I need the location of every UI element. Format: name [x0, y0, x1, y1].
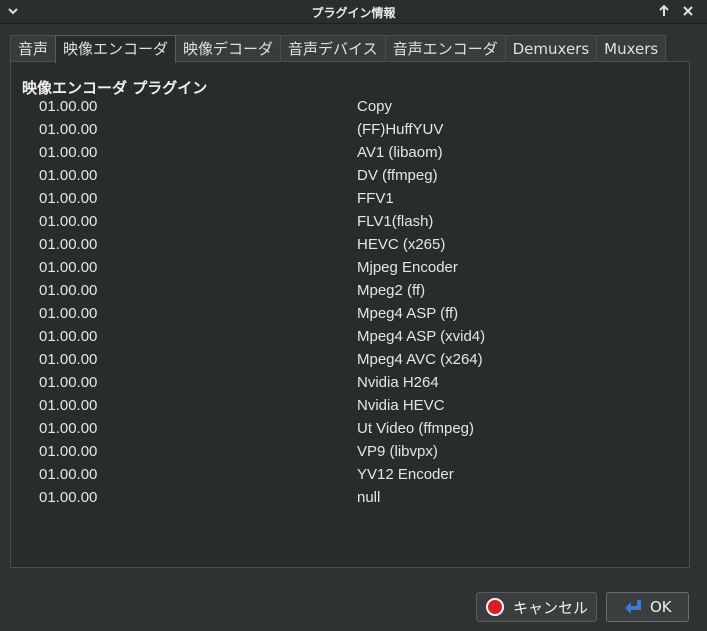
plugin-name: Nvidia H264	[357, 374, 439, 391]
plugin-name: Mpeg4 ASP (xvid4)	[357, 328, 486, 345]
list-item: 01.00.00 FLV1(flash)	[11, 210, 689, 233]
plugin-name: Mpeg4 AVC (x264)	[357, 351, 483, 368]
plugin-version: 01.00.00	[39, 420, 98, 437]
tab-audio-device[interactable]: 音声デバイス	[280, 35, 386, 62]
window-title: プラグイン情報	[311, 6, 396, 20]
plugin-version: 01.00.00	[39, 98, 98, 115]
plugin-version: 01.00.00	[39, 190, 98, 207]
plugin-name: FFV1	[357, 190, 394, 207]
tab-demuxers[interactable]: Demuxers	[504, 35, 598, 62]
plugin-version: 01.00.00	[39, 305, 98, 322]
list-item: 01.00.00 DV (ffmpeg)	[11, 164, 689, 187]
plugin-name: Copy	[357, 98, 393, 115]
tab-video-decoder[interactable]: 映像デコーダ	[175, 35, 282, 62]
plugin-name: HEVC (x265)	[357, 236, 446, 253]
tab-audio[interactable]: 音声	[10, 35, 57, 62]
list-item: 01.00.00 Mjpeg Encoder	[11, 256, 689, 279]
plugin-version: 01.00.00	[39, 167, 98, 184]
plugin-version: 01.00.00	[39, 282, 98, 299]
tab-video-encoder[interactable]: 映像エンコーダ	[55, 35, 177, 63]
tab-bar: 音声 映像エンコーダ 映像デコーダ 音声デバイス 音声エンコーダ Demuxer…	[10, 35, 667, 63]
list-item: 01.00.00 Nvidia HEVC	[11, 394, 689, 417]
list-item: 01.00.00 Mpeg2 (ff)	[11, 279, 689, 302]
plugin-list: 01.00.00 Copy 01.00.00 (FF)HuffYUV 01.00.00 A…	[11, 95, 689, 509]
ok-button-label: OK	[650, 598, 672, 616]
list-item: 01.00.00 (FF)HuffYUV	[11, 118, 689, 141]
list-item: 01.00.00 YV12 Encoder	[11, 463, 689, 486]
plugin-version: 01.00.00	[39, 236, 98, 253]
plugin-version: 01.00.00	[39, 213, 98, 230]
plugin-name: Nvidia HEVC	[357, 397, 445, 414]
plugin-name: VP9 (libvpx)	[357, 443, 438, 460]
plugin-version: 01.00.00	[39, 259, 98, 276]
list-item: 01.00.00 Mpeg4 ASP (ff)	[11, 302, 689, 325]
plugin-version: 01.00.00	[39, 328, 98, 345]
return-arrow-icon	[625, 600, 641, 614]
title-bar: プラグイン情報	[0, 0, 707, 24]
plugin-name: (FF)HuffYUV	[357, 121, 444, 138]
plugin-version: 01.00.00	[39, 466, 98, 483]
plugin-version: 01.00.00	[39, 374, 98, 391]
close-icon[interactable]	[681, 4, 695, 18]
plugin-version: 01.00.00	[39, 397, 98, 414]
plugin-panel: 映像エンコーダ プラグイン 01.00.00 Copy 01.00.00 (FF)Hu…	[10, 61, 690, 568]
plugin-name: AV1 (libaom)	[357, 144, 443, 161]
list-item: 01.00.00 VP9 (libvpx)	[11, 440, 689, 463]
list-item: 01.00.00 FFV1	[11, 187, 689, 210]
plugin-name: Mjpeg Encoder	[357, 259, 458, 276]
list-item: 01.00.00 Copy	[11, 95, 689, 118]
plugin-version: 01.00.00	[39, 121, 98, 138]
list-item: 01.00.00 null	[11, 486, 689, 509]
plugin-name: Ut Video (ffmpeg)	[357, 420, 475, 437]
list-item: 01.00.00 Nvidia H264	[11, 371, 689, 394]
tab-muxers[interactable]: Muxers	[596, 35, 667, 62]
plugin-name: DV (ffmpeg)	[357, 167, 438, 184]
tab-audio-encoder[interactable]: 音声エンコーダ	[384, 35, 506, 62]
plugin-version: 01.00.00	[39, 443, 98, 460]
list-item: 01.00.00 AV1 (libaom)	[11, 141, 689, 164]
ok-button[interactable]: OK	[606, 592, 689, 622]
list-item: 01.00.00 Mpeg4 AVC (x264)	[11, 348, 689, 371]
list-item: 01.00.00 Ut Video (ffmpeg)	[11, 417, 689, 440]
plugin-version: 01.00.00	[39, 351, 98, 368]
plugin-name: null	[357, 489, 381, 506]
cancel-button[interactable]: キャンセル	[476, 592, 597, 622]
plugin-version: 01.00.00	[39, 489, 98, 506]
plugin-name: Mpeg2 (ff)	[357, 282, 426, 299]
plugin-name: FLV1(flash)	[357, 213, 434, 230]
stop-circle-icon	[486, 598, 504, 616]
plugin-name: YV12 Encoder	[357, 466, 454, 483]
plugin-name: Mpeg4 ASP (ff)	[357, 305, 459, 322]
arrow-up-icon[interactable]	[657, 4, 671, 18]
list-item: 01.00.00 HEVC (x265)	[11, 233, 689, 256]
plugin-version: 01.00.00	[39, 144, 98, 161]
cancel-button-label: キャンセル	[513, 598, 589, 617]
list-item: 01.00.00 Mpeg4 ASP (xvid4)	[11, 325, 689, 348]
